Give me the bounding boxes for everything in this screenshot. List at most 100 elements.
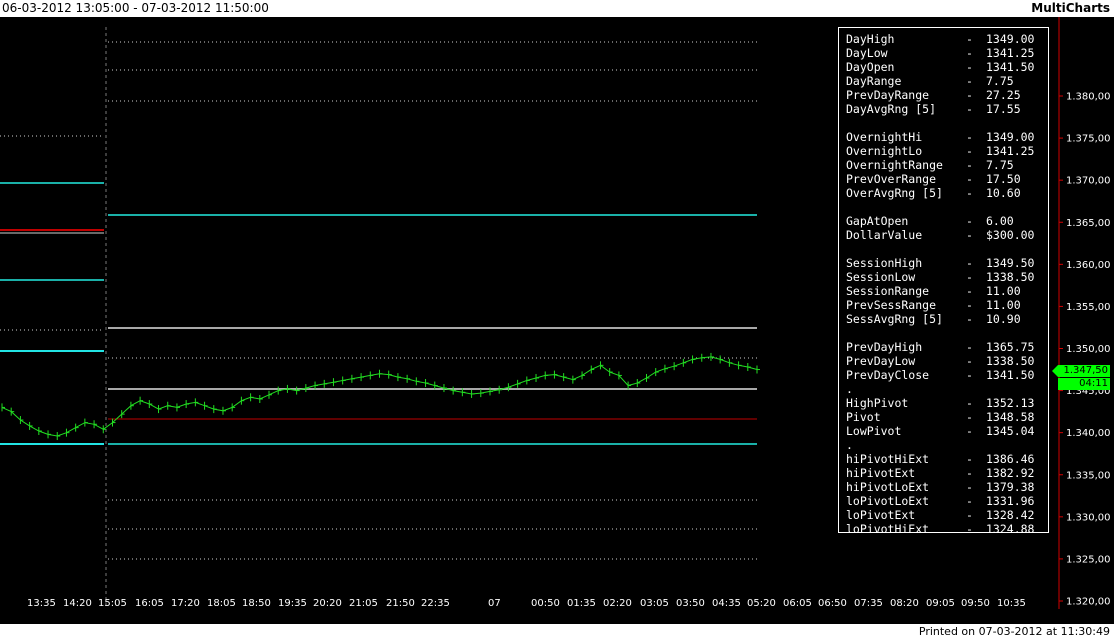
stat-value: 10.90 — [986, 312, 1021, 326]
price-tick-label: 1.355,00 — [1066, 302, 1111, 313]
stat-separator: - — [966, 424, 973, 438]
price-tick-label: 1.350,00 — [1066, 344, 1111, 355]
stat-separator: - — [966, 186, 973, 200]
time-tick-label: 05:20 — [747, 598, 776, 609]
stat-value: 1341.25 — [986, 144, 1035, 158]
stat-label: GapAtOpen — [846, 214, 909, 228]
stat-separator: - — [966, 60, 973, 74]
stat-separator: - — [966, 298, 973, 312]
stat-separator: - — [966, 32, 973, 46]
stat-separator: - — [966, 466, 973, 480]
stat-value: 1349.00 — [986, 32, 1035, 46]
stat-separator: - — [966, 144, 973, 158]
stat-label: hiPivotLoExt — [846, 480, 930, 494]
stat-value: 17.55 — [986, 102, 1021, 116]
time-tick-label: 21:05 — [349, 598, 378, 609]
stat-separator: - — [966, 312, 973, 326]
stat-value: 17.50 — [986, 172, 1021, 186]
time-tick-label: 03:05 — [640, 598, 669, 609]
time-tick-label: 13:35 — [27, 598, 56, 609]
current-price-label: 1.347,50 — [1058, 365, 1110, 377]
time-tick-label: 10:35 — [997, 598, 1026, 609]
stat-label: PrevDayLow — [846, 354, 916, 368]
stat-label: DayOpen — [846, 60, 895, 74]
stat-label: HighPivot — [846, 396, 909, 410]
price-tick-label: 1.370,00 — [1066, 176, 1111, 187]
stat-value: 1341.25 — [986, 46, 1035, 60]
title-bar: 06-03-2012 13:05:00 - 07-03-2012 11:50:0… — [0, 0, 1114, 17]
stat-label: hiPivotExt — [846, 466, 916, 480]
time-tick-label: 06:50 — [818, 598, 847, 609]
time-tick-label: 06:05 — [783, 598, 812, 609]
stat-label: PrevSessRange — [846, 298, 937, 312]
stat-separator: - — [966, 74, 973, 88]
stat-value: 11.00 — [986, 298, 1021, 312]
stat-value: 1386.46 — [986, 452, 1035, 466]
stat-separator: - — [966, 256, 973, 270]
time-tick-label: 18:05 — [207, 598, 236, 609]
footer-bar: Printed on 07-03-2012 at 11:30:49 — [0, 624, 1114, 639]
stat-separator: - — [966, 340, 973, 354]
stat-value: 1328.42 — [986, 508, 1035, 522]
time-tick-label: 14:20 — [63, 598, 92, 609]
stat-separator: - — [966, 102, 973, 116]
time-tick-label: 04:35 — [712, 598, 741, 609]
date-range: 06-03-2012 13:05:00 - 07-03-2012 11:50:0… — [2, 1, 269, 15]
bar-countdown-label: 04:11 — [1058, 378, 1110, 390]
stat-value: 1379.38 — [986, 480, 1035, 494]
stat-value: 1341.50 — [986, 60, 1035, 74]
stat-label: . — [846, 382, 853, 396]
stat-label: OvernightRange — [846, 158, 943, 172]
stat-value: 1338.50 — [986, 270, 1035, 284]
stat-label: Pivot — [846, 410, 881, 424]
stat-value: 1324.88 — [986, 522, 1035, 536]
printed-timestamp: Printed on 07-03-2012 at 11:30:49 — [918, 625, 1110, 638]
stat-value: 11.00 — [986, 284, 1021, 298]
stat-label: PrevDayHigh — [846, 340, 923, 354]
stat-separator: - — [966, 368, 973, 382]
time-tick-label: 17:20 — [171, 598, 200, 609]
stat-value: 27.25 — [986, 88, 1021, 102]
time-tick-label: 03:50 — [676, 598, 705, 609]
stat-label: loPivotHiExt — [846, 522, 930, 536]
stat-value: $300.00 — [986, 228, 1035, 242]
price-tick-label: 1.380,00 — [1066, 92, 1111, 103]
stat-value: 1348.58 — [986, 410, 1035, 424]
time-tick-label: 09:05 — [926, 598, 955, 609]
stat-value: 1349.00 — [986, 130, 1035, 144]
stat-label: SessionLow — [846, 270, 916, 284]
stat-separator: - — [966, 284, 973, 298]
stat-label: SessAvgRng [5] — [846, 312, 943, 326]
stat-label: SessionHigh — [846, 256, 923, 270]
stat-value: 1331.96 — [986, 494, 1035, 508]
price-tick-label: 1.375,00 — [1066, 134, 1111, 145]
chart-area[interactable]: 1.380,00 1.375,00 1.370,00 1.365,00 1.360,00… — [0, 17, 1114, 609]
stat-separator: - — [966, 270, 973, 284]
stat-label: OverAvgRng [5] — [846, 186, 943, 200]
stat-separator: - — [966, 214, 973, 228]
stat-label: DayRange — [846, 74, 902, 88]
stat-separator: - — [966, 354, 973, 368]
price-tick-label: 1.320,00 — [1066, 597, 1111, 608]
stat-label: loPivotExt — [846, 508, 916, 522]
stat-value: 1352.13 — [986, 396, 1035, 410]
time-tick-label: 07:35 — [854, 598, 883, 609]
stat-separator: - — [966, 228, 973, 242]
stat-separator: - — [966, 410, 973, 424]
time-tick-label: 18:50 — [242, 598, 271, 609]
time-tick-label: 21:50 — [386, 598, 415, 609]
stat-label: DayLow — [846, 46, 888, 60]
stat-label: PrevDayClose — [846, 368, 930, 382]
stat-separator: - — [966, 88, 973, 102]
stat-separator: - — [966, 452, 973, 466]
stat-label: OvernightLo — [846, 144, 923, 158]
stat-label: hiPivotHiExt — [846, 452, 930, 466]
stat-value: 1341.50 — [986, 368, 1035, 382]
stat-value: 1338.50 — [986, 354, 1035, 368]
stat-label: OvernightHi — [846, 130, 923, 144]
stat-label: DollarValue — [846, 228, 923, 242]
stat-label: SessionRange — [846, 284, 930, 298]
time-tick-label: 09:50 — [961, 598, 990, 609]
stat-value: 7.75 — [986, 158, 1014, 172]
stat-separator: - — [966, 158, 973, 172]
